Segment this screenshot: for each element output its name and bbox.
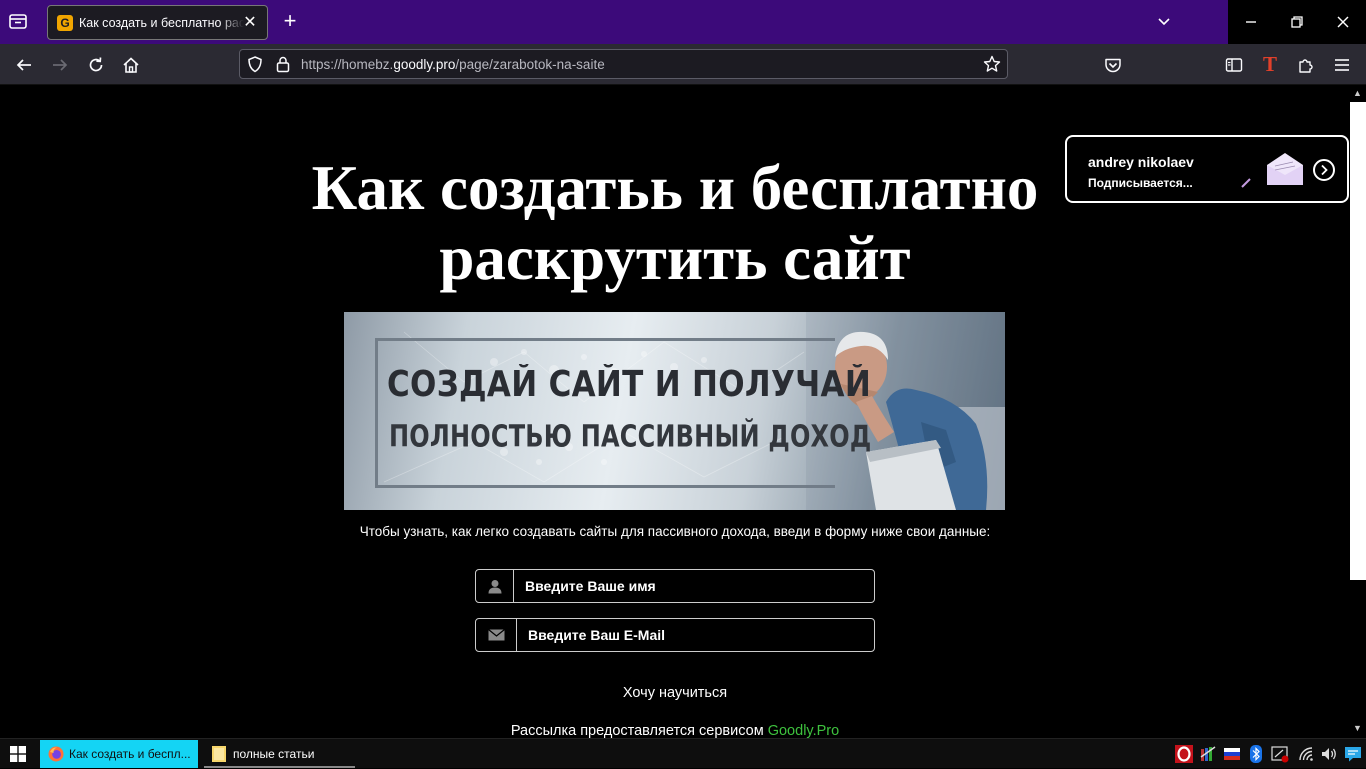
close-window-button[interactable] <box>1320 0 1366 44</box>
reload-icon <box>89 57 103 72</box>
name-field-addon <box>476 570 514 602</box>
url-scheme-subdomain: https://homebz. <box>301 57 394 72</box>
firefox-icon <box>48 746 64 762</box>
subscribe-button[interactable]: Хочу научиться <box>580 685 770 705</box>
envelope-icon <box>487 629 505 641</box>
taskbar-app-explorer[interactable]: полные статьи <box>204 740 355 768</box>
url-text[interactable]: https://homebz.goodly.pro/page/zarabotok… <box>301 57 605 72</box>
email-field-addon <box>476 619 517 651</box>
banner-headline: СОЗДАЙ САЙТ И ПОЛУЧАЙ <box>387 364 872 406</box>
sidebar-icon <box>1225 58 1243 72</box>
forward-button[interactable] <box>47 52 73 78</box>
bookmark-star-icon[interactable] <box>983 55 1001 73</box>
web-page: Как создатьь и бесплатно раскрутить сайт <box>0 85 1349 738</box>
reader-sidebar-button[interactable] <box>1221 52 1247 78</box>
taskbar-app-firefox[interactable]: Как создать и беспл... <box>40 740 198 768</box>
pocket-button[interactable] <box>1100 52 1126 78</box>
windows-logo-icon <box>10 746 26 762</box>
tab-strip: G Как создать и бесплатно раскрутить сай… <box>0 0 1366 44</box>
promo-banner: СОЗДАЙ САЙТ И ПОЛУЧАЙ ПОЛНОСТЬЮ ПАССИВНЫ… <box>344 312 1005 510</box>
window-controls <box>1228 0 1366 44</box>
name-input[interactable] <box>525 576 855 596</box>
windows-taskbar: Как создать и беспл... полные статьи <box>0 738 1366 768</box>
scrollbar-thumb[interactable] <box>1350 102 1366 580</box>
restore-button[interactable] <box>1274 0 1320 44</box>
chevron-down-icon <box>1158 18 1170 26</box>
banner-frame <box>375 338 835 488</box>
footer-text: Рассылка предоставляется сервисом <box>510 723 768 738</box>
scroll-down-arrow-icon[interactable]: ▼ <box>1352 723 1363 734</box>
winrar-icon[interactable] <box>1199 745 1217 763</box>
start-button[interactable] <box>0 739 36 769</box>
taskbar-app-label: полные статьи <box>233 747 315 761</box>
bluetooth-icon[interactable] <box>1247 745 1265 763</box>
minimize-icon <box>1246 21 1256 23</box>
language-ru-flag-icon[interactable] <box>1223 745 1241 763</box>
url-path: /page/zarabotok-na-saite <box>455 57 605 72</box>
arrow-right-icon <box>53 59 68 71</box>
pocket-icon <box>1105 58 1121 73</box>
opera-icon[interactable] <box>1175 745 1193 763</box>
new-tab-button[interactable]: + <box>278 9 302 35</box>
firefox-view-icon <box>9 14 27 29</box>
arrow-left-icon <box>16 59 31 71</box>
close-icon <box>1337 16 1349 28</box>
puzzle-icon <box>1299 59 1313 73</box>
user-icon <box>488 579 501 593</box>
page-title: Как создатьь и бесплатно раскрутить сайт <box>311 153 1039 293</box>
list-all-tabs-button[interactable] <box>1154 12 1180 32</box>
taskbar-app-label: Как создать и беспл... <box>69 747 191 761</box>
minimize-button[interactable] <box>1228 0 1274 44</box>
tab-active[interactable]: G Как создать и бесплатно раскрутить сай… <box>47 5 268 40</box>
form-intro-text: Чтобы узнать, как легко создавать сайты … <box>359 524 991 539</box>
navigation-toolbar: https://homebz.goodly.pro/page/zarabotok… <box>0 44 1366 85</box>
goodly-pro-link[interactable]: Goodly.Pro <box>768 723 839 738</box>
volume-icon[interactable] <box>1320 745 1338 763</box>
tab-close-icon[interactable]: ✕ <box>240 13 260 33</box>
home-button[interactable] <box>118 52 144 78</box>
notification-status: Подписывается... <box>1088 176 1193 190</box>
network-alert-icon[interactable] <box>1271 745 1289 763</box>
lock-icon[interactable] <box>276 56 290 73</box>
extension-t-button[interactable]: T <box>1257 52 1283 78</box>
url-domain: goodly.pro <box>393 57 456 72</box>
name-field[interactable] <box>475 569 875 603</box>
site-favicon-icon: G <box>57 15 73 31</box>
banner-subheadline: ПОЛНОСТЬЮ ПАССИВНЫЙ ДОХОД <box>389 419 872 454</box>
notifications-icon[interactable] <box>1344 745 1362 763</box>
subscriber-notification: andrey nikolaev Подписывается... <box>1065 135 1349 203</box>
tracking-shield-icon[interactable] <box>247 56 263 73</box>
wifi-icon[interactable] <box>1297 745 1315 763</box>
hamburger-menu-icon <box>1335 59 1349 71</box>
url-bar[interactable]: https://homebz.goodly.pro/page/zarabotok… <box>239 49 1008 79</box>
notification-user-name: andrey nikolaev <box>1088 154 1194 170</box>
system-tray <box>1170 739 1366 769</box>
reload-button[interactable] <box>83 52 109 78</box>
chevron-right-icon <box>1321 164 1328 176</box>
extensions-button[interactable] <box>1293 52 1319 78</box>
tab-title: Как создать и бесплатно раскрутить сайт <box>79 16 244 30</box>
envelope-icon <box>1267 153 1303 185</box>
firefox-view-button[interactable] <box>8 11 32 33</box>
folder-icon <box>212 746 226 762</box>
notification-open-button[interactable] <box>1313 159 1335 181</box>
back-button[interactable] <box>11 52 37 78</box>
home-icon <box>123 57 139 73</box>
restore-icon <box>1291 16 1303 28</box>
email-input[interactable] <box>528 625 858 645</box>
pencil-icon <box>1241 178 1251 188</box>
page-scrollbar[interactable]: ▲ ▼ <box>1349 85 1366 738</box>
scroll-up-arrow-icon[interactable]: ▲ <box>1352 88 1363 99</box>
man-with-laptop-image <box>806 312 1005 510</box>
email-field[interactable] <box>475 618 875 652</box>
app-menu-button[interactable] <box>1329 52 1355 78</box>
footer-note: Рассылка предоставляется сервисом Goodly… <box>400 723 950 738</box>
